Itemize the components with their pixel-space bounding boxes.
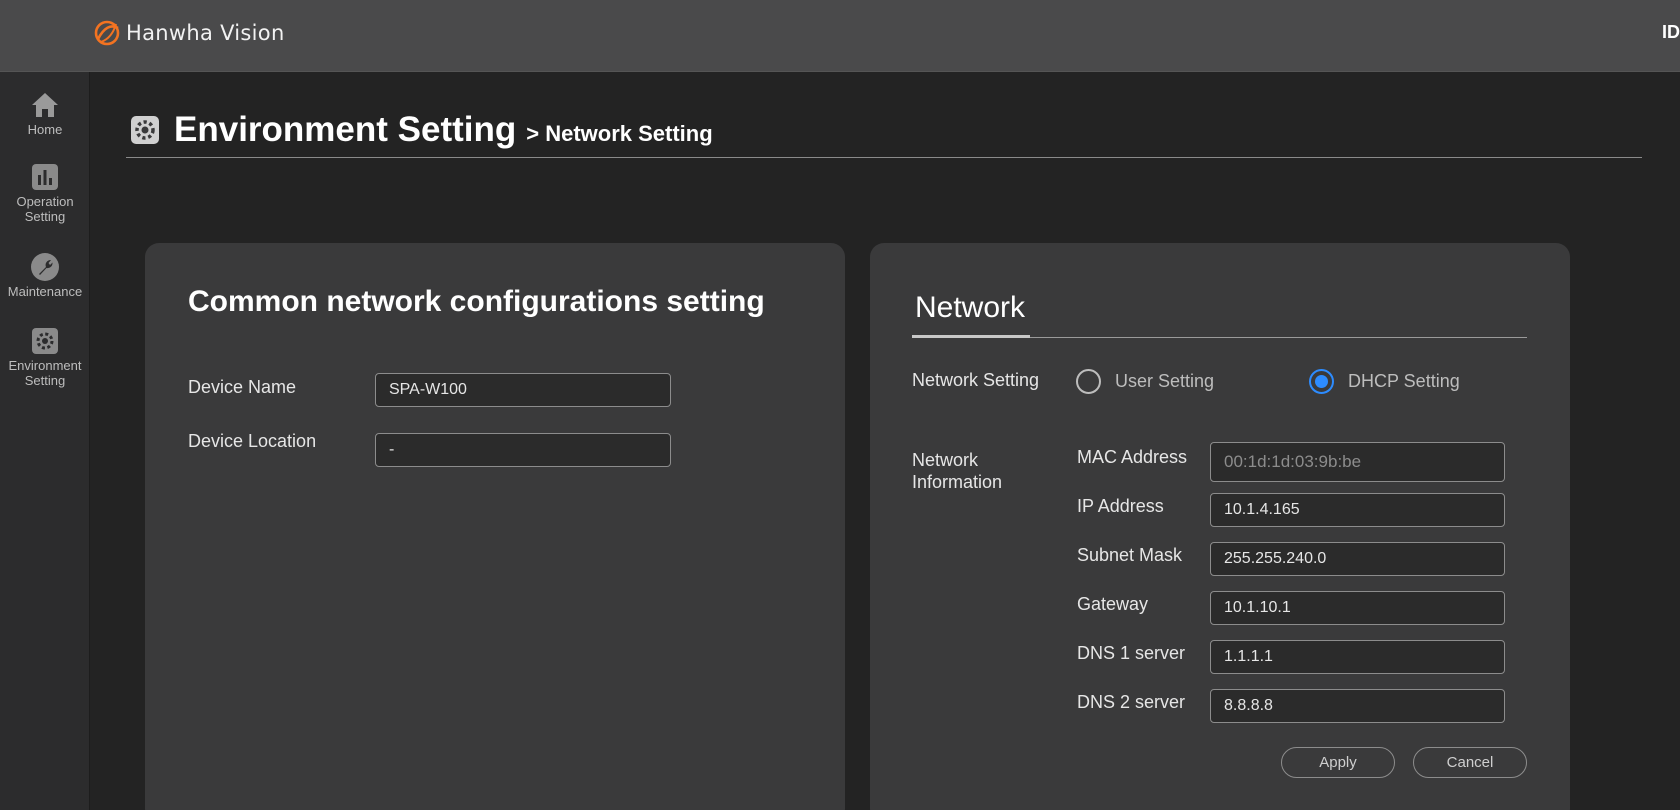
radio-button[interactable] [1309, 369, 1334, 394]
gateway-field[interactable] [1210, 591, 1505, 625]
wrench-icon [31, 253, 59, 281]
page-title-text: Environment Setting [174, 110, 517, 149]
network-setting-label: Network Setting [912, 370, 1040, 390]
breadcrumb: > Network Setting [526, 121, 713, 146]
radio-button[interactable] [1076, 369, 1101, 394]
chart-icon [32, 164, 58, 190]
dns2-field[interactable] [1210, 689, 1505, 723]
sidebar-item-label: Environment Setting [8, 358, 82, 388]
subnet-mask-label: Subnet Mask [1077, 545, 1183, 565]
gateway-label: Gateway [1077, 594, 1149, 614]
ip-address-field[interactable] [1210, 493, 1505, 527]
radio-label: DHCP Setting [1348, 371, 1460, 391]
sidebar: Home Operation Setting Maintenance Envir… [0, 72, 90, 810]
device-location-input[interactable] [375, 433, 671, 467]
device-name-label: Device Name [188, 377, 297, 397]
mac-address-field [1210, 442, 1505, 482]
gear-icon [131, 116, 159, 144]
sidebar-item-label: Maintenance [7, 284, 83, 299]
home-icon [32, 93, 58, 117]
page-title: Environment Setting > Network Setting [130, 110, 713, 150]
sidebar-item-label: Operation Setting [16, 194, 74, 224]
tab-active-indicator [912, 335, 1030, 338]
sidebar-item-home[interactable]: Home [0, 90, 90, 137]
ip-address-label: IP Address [1077, 496, 1164, 516]
panel-heading: Common network configurations setting [188, 285, 765, 318]
cancel-button[interactable]: Cancel [1413, 747, 1527, 778]
user-id-label[interactable]: ID [1662, 22, 1680, 43]
device-location-label: Device Location [188, 431, 317, 451]
radio-label: User Setting [1115, 371, 1215, 391]
gear-icon [32, 328, 58, 354]
sidebar-item-label: Home [27, 122, 63, 137]
sidebar-item-maintenance[interactable]: Maintenance [0, 252, 90, 299]
dns2-label: DNS 2 server [1077, 692, 1186, 712]
tab-network[interactable]: Network [915, 291, 1025, 325]
sidebar-item-operation-setting[interactable]: Operation Setting [0, 162, 90, 224]
device-name-input[interactable] [375, 373, 671, 407]
network-panel: Network Network Setting User Setting DHC… [870, 243, 1570, 810]
top-bar: Hanwha Vision ID [0, 0, 1680, 72]
sidebar-item-environment-setting[interactable]: Environment Setting [0, 326, 90, 388]
radio-user-setting[interactable]: User Setting [1076, 369, 1214, 394]
hanwha-logo-icon [94, 20, 120, 46]
title-divider [126, 157, 1642, 158]
dns1-field[interactable] [1210, 640, 1505, 674]
brand-logo[interactable]: Hanwha Vision [92, 18, 285, 48]
mac-address-label: MAC Address [1077, 447, 1188, 467]
apply-button[interactable]: Apply [1281, 747, 1395, 778]
common-network-panel: Common network configurations setting De… [145, 243, 845, 810]
radio-dhcp-setting[interactable]: DHCP Setting [1309, 369, 1460, 394]
brand-name: Hanwha Vision [126, 21, 285, 45]
subnet-mask-field[interactable] [1210, 542, 1505, 576]
dns1-label: DNS 1 server [1077, 643, 1186, 663]
network-information-label: Network Information [912, 450, 1003, 492]
